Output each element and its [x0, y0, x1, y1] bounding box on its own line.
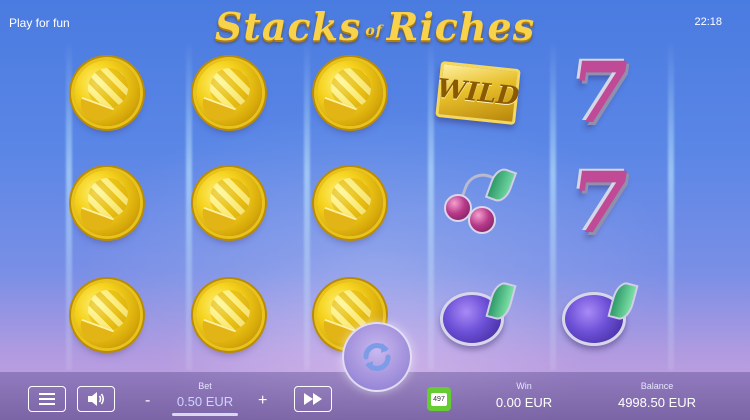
turbo-button[interactable] — [294, 386, 332, 412]
reel-cell — [62, 48, 152, 138]
bet-slider[interactable] — [172, 413, 238, 416]
win-label: Win — [516, 381, 532, 391]
reel-cell — [555, 270, 645, 360]
speaker-icon — [88, 392, 105, 406]
bet-increase-button[interactable]: + — [258, 392, 267, 410]
reel-cell — [184, 270, 274, 360]
reel-cell: 7 — [555, 153, 645, 252]
bet-decrease-button[interactable]: - — [145, 392, 150, 410]
gold-coin-icon — [196, 60, 262, 126]
balance-label: Balance — [640, 381, 674, 391]
plum-icon — [436, 279, 520, 350]
reel-cell — [184, 48, 274, 138]
menu-button[interactable] — [28, 386, 66, 412]
logo-word-main: Stacks — [214, 4, 362, 49]
win-value: 0.00 EUR — [495, 395, 553, 410]
bet-label: Bet — [198, 381, 212, 391]
gold-coin-icon — [74, 60, 140, 126]
fast-forward-icon — [304, 393, 322, 405]
reel-cell — [433, 270, 523, 360]
gold-coin-icon — [74, 170, 140, 236]
balance-value: 4998.50 EUR — [617, 395, 697, 410]
reel-cell: 7 — [555, 43, 645, 142]
bet-value: 0.50 EUR — [176, 394, 234, 409]
reel-cell — [433, 158, 523, 248]
reel-cell — [184, 158, 274, 248]
plum-icon — [558, 279, 642, 350]
autoplay-count: 497 — [431, 392, 447, 406]
game-logo: Stacks of Riches — [0, 4, 750, 49]
sound-button[interactable] — [77, 386, 115, 412]
reel-cell: WILD — [433, 48, 523, 138]
reel-cell — [305, 48, 395, 138]
gold-coin-icon — [317, 60, 383, 126]
seven-icon: 7 — [563, 43, 637, 142]
refresh-icon — [363, 343, 391, 371]
gold-coin-icon — [196, 282, 262, 348]
gold-coin-icon — [317, 170, 383, 236]
gold-coin-icon — [196, 170, 262, 236]
reel-cell — [305, 158, 395, 248]
seven-icon: 7 — [563, 153, 637, 252]
reel-cell — [62, 270, 152, 360]
wild-icon: WILD — [435, 60, 521, 126]
gold-coin-icon — [74, 282, 140, 348]
reel-cell — [62, 158, 152, 248]
logo-word-end: Riches — [386, 4, 536, 49]
hamburger-icon — [39, 393, 55, 405]
cherry-icon — [438, 165, 518, 238]
logo-word-of: of — [365, 22, 383, 39]
autoplay-button[interactable]: 497 — [427, 387, 451, 411]
spin-button[interactable] — [342, 322, 412, 392]
